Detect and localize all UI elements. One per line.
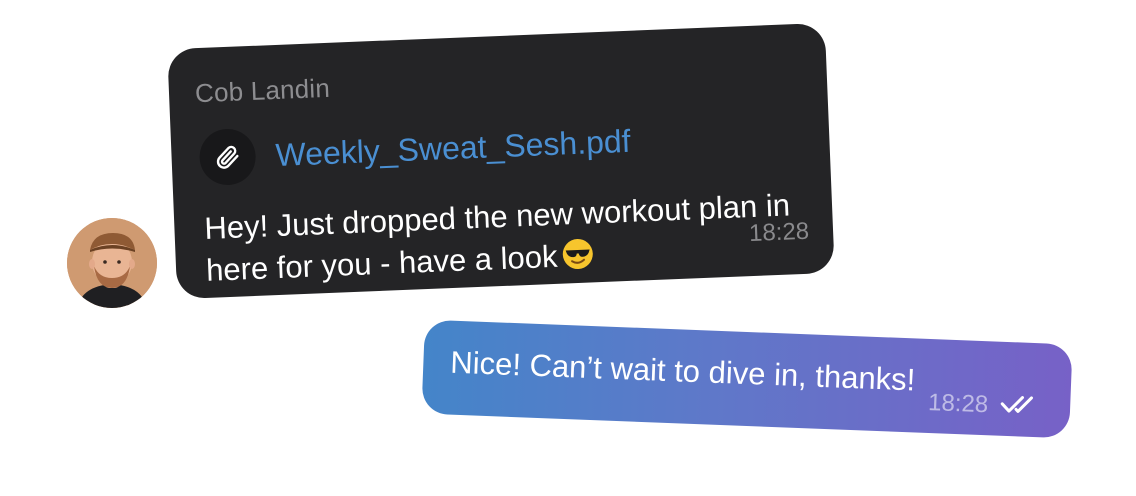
- incoming-message-body: Hey! Just dropped the new workout plan i…: [203, 187, 791, 288]
- outgoing-message-bubble[interactable]: Nice! Can’t wait to dive in, thanks! 18:…: [421, 319, 1073, 439]
- incoming-message-bubble[interactable]: Cob Landin Weekly_Sweat_Sesh.pdf Hey! Ju…: [167, 22, 835, 300]
- incoming-message-text: Hey! Just dropped the new workout plan i…: [204, 183, 817, 295]
- outgoing-message-text: Nice! Can’t wait to dive in, thanks!: [449, 344, 916, 398]
- double-check-icon: [1000, 392, 1041, 421]
- sunglasses-emoji: [561, 237, 595, 281]
- avatar[interactable]: [67, 218, 157, 308]
- outgoing-meta: 18:28: [928, 389, 1041, 421]
- file-attachment[interactable]: Weekly_Sweat_Sesh.pdf: [198, 113, 632, 187]
- chat-stage: Cob Landin Weekly_Sweat_Sesh.pdf Hey! Ju…: [0, 0, 1136, 496]
- sender-name[interactable]: Cob Landin: [194, 73, 330, 109]
- outgoing-timestamp: 18:28: [927, 388, 989, 419]
- attachment-file-name[interactable]: Weekly_Sweat_Sesh.pdf: [275, 122, 631, 173]
- incoming-timestamp: 18:28: [748, 217, 810, 248]
- paperclip-icon[interactable]: [198, 127, 257, 187]
- avatar-portrait: [67, 218, 157, 308]
